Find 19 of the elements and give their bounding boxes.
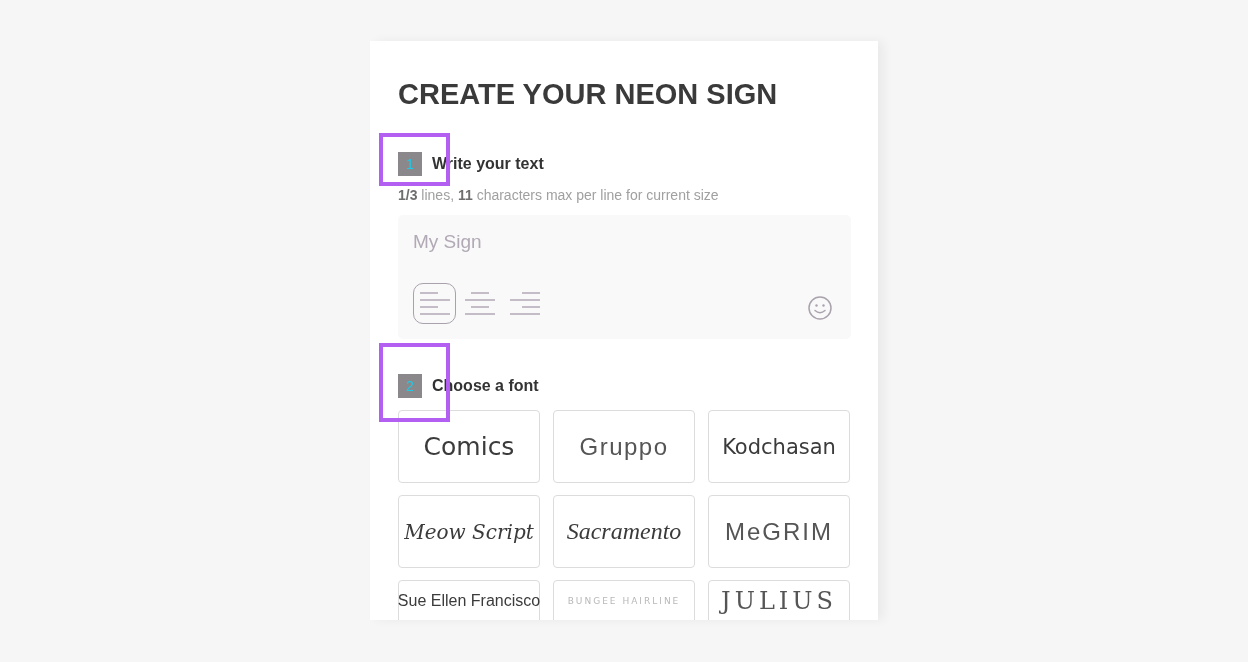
align-center-icon [464,290,495,317]
font-option[interactable]: Comics [398,410,540,483]
sign-text-input[interactable]: My Sign [413,229,832,255]
align-left-button[interactable] [413,283,456,324]
step-number: 1 [398,152,422,176]
font-option[interactable]: JULIUS [708,580,850,620]
font-option[interactable]: Meow Script [398,495,540,568]
font-option[interactable]: Kodchasan [708,410,850,483]
smiley-icon [808,296,832,320]
font-option[interactable]: Gruppo [553,410,695,483]
emoji-button[interactable] [808,296,832,320]
font-option[interactable]: MeGRIM [708,495,850,568]
line-limit-hint: 1/3 lines, 11 characters max per line for current size [398,186,719,204]
align-left-icon [419,290,450,317]
align-right-icon [509,290,540,317]
page-title: CREATE YOUR NEON SIGN [398,77,778,112]
step-number: 2 [398,374,422,398]
font-option[interactable]: Sacramento [553,495,695,568]
font-option[interactable]: Sue Ellen Francisco [398,580,540,620]
